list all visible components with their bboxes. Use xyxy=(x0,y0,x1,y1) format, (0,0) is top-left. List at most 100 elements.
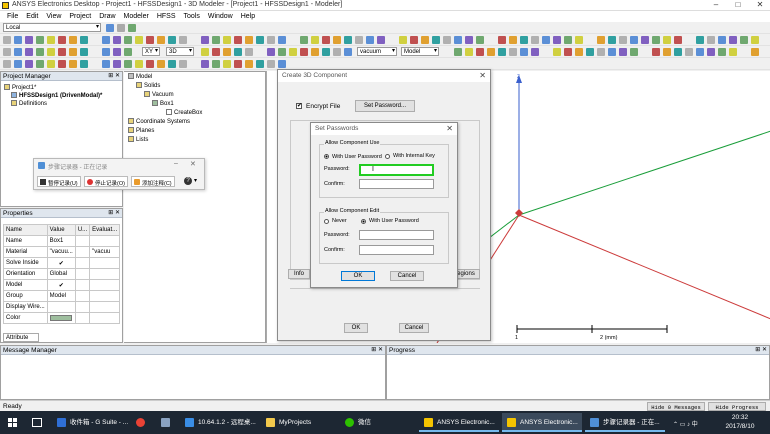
toolbar-icon[interactable] xyxy=(498,48,506,56)
toolbar-icon[interactable] xyxy=(729,36,737,44)
toolbar-icon[interactable] xyxy=(707,48,715,56)
task-ansys-1[interactable]: ANSYS Electronic... xyxy=(419,413,499,432)
tree-item-vacuum[interactable]: Vacuum xyxy=(144,91,174,98)
tree-item-createbox[interactable]: CreateBox xyxy=(166,109,202,116)
plane-combo[interactable]: XY xyxy=(142,47,160,56)
toolbar-icon[interactable] xyxy=(531,48,539,56)
toolbar-icon[interactable] xyxy=(223,48,231,56)
toolbar-icon[interactable] xyxy=(245,60,253,68)
toolbar-icon[interactable] xyxy=(454,36,462,44)
toolbar-icon[interactable] xyxy=(476,48,484,56)
toolbar-icon[interactable] xyxy=(520,48,528,56)
toolbar-icon[interactable] xyxy=(311,36,319,44)
toolbar-icon[interactable] xyxy=(47,48,55,56)
toolbar-icon[interactable] xyxy=(223,36,231,44)
toolbar-icon[interactable] xyxy=(113,48,121,56)
toolbar-icon[interactable] xyxy=(3,60,11,68)
task-myprojects[interactable]: MyProjects xyxy=(261,413,337,432)
task-ansys-2[interactable]: ANSYS Electronic... xyxy=(502,413,582,432)
column-header[interactable]: U... xyxy=(74,224,91,236)
stop-record-button[interactable]: 停止记录(O) xyxy=(84,176,128,187)
toolbar-icon[interactable] xyxy=(586,48,594,56)
mode-combo[interactable]: Model xyxy=(401,47,439,56)
tree-item-planes[interactable]: Planes xyxy=(128,127,154,134)
encrypt-file-checkbox[interactable]: ✔ xyxy=(296,103,302,109)
toolbar-icon[interactable] xyxy=(520,36,528,44)
tree-item-model[interactable]: Model xyxy=(128,73,152,80)
toolbar-icon[interactable] xyxy=(25,36,33,44)
toolbar-icon[interactable] xyxy=(179,60,187,68)
toolbar-icon[interactable] xyxy=(344,36,352,44)
toolbar-icon[interactable] xyxy=(135,60,143,68)
table-row[interactable]: Orientation Global xyxy=(3,268,121,280)
menu-window[interactable]: Window xyxy=(204,13,237,20)
tree-item-solids[interactable]: Solids xyxy=(136,82,160,89)
toolbar-icon[interactable] xyxy=(234,48,242,56)
toolbar-icon[interactable] xyxy=(729,48,737,56)
tree-item-box1[interactable]: Box1 xyxy=(152,100,174,107)
toolbar-icon[interactable] xyxy=(652,48,660,56)
toolbar-icon[interactable] xyxy=(421,36,429,44)
toolbar-icon[interactable] xyxy=(355,36,363,44)
task-wechat[interactable]: 微信 xyxy=(340,413,416,432)
toolbar-icon[interactable] xyxy=(245,48,253,56)
toolbar-icon[interactable] xyxy=(256,60,264,68)
ok-button[interactable]: OK xyxy=(341,271,375,281)
panel-controls[interactable]: ⊞ ✕ xyxy=(755,346,767,355)
toolbar-icon[interactable] xyxy=(641,36,649,44)
property-value[interactable]: Model xyxy=(46,290,76,302)
clock-date[interactable]: 2017/8/10 xyxy=(720,423,760,430)
toolbar-icon[interactable] xyxy=(36,48,44,56)
toolbar-icon[interactable] xyxy=(751,48,759,56)
toolbar-icon[interactable] xyxy=(696,48,704,56)
property-checkbox[interactable]: ✔ xyxy=(46,257,76,269)
toolbar-icon[interactable] xyxy=(267,60,275,68)
toolbar-icon[interactable] xyxy=(113,36,121,44)
toolbar-icon[interactable] xyxy=(58,60,66,68)
use-confirm-input[interactable] xyxy=(359,179,434,189)
menu-hfss[interactable]: HFSS xyxy=(153,13,180,20)
toolbar-icon[interactable] xyxy=(58,36,66,44)
toolbar-icon[interactable] xyxy=(630,36,638,44)
toolbar-icon[interactable] xyxy=(608,48,616,56)
edit-user-password-radio[interactable] xyxy=(361,219,366,224)
menu-project[interactable]: Project xyxy=(65,13,95,20)
add-comment-button[interactable]: 添加注释(C) xyxy=(131,176,175,187)
toolbar-icon[interactable] xyxy=(14,48,22,56)
hide-messages-button[interactable]: Hide 0 Messages xyxy=(647,402,705,411)
toolbar-icon[interactable] xyxy=(113,60,121,68)
toolbar-icon[interactable] xyxy=(564,48,572,56)
toolbar-icon[interactable] xyxy=(289,48,297,56)
recorder-minimize-button[interactable]: – xyxy=(174,160,178,167)
toolbar-icon[interactable] xyxy=(509,36,517,44)
tree-item-coordinate-systems[interactable]: Coordinate Systems xyxy=(128,118,190,125)
toolbar-icon[interactable] xyxy=(333,36,341,44)
toolbar-icon[interactable] xyxy=(674,48,682,56)
toolbar-icon[interactable] xyxy=(344,48,352,56)
toolbar-icon[interactable] xyxy=(575,48,583,56)
task-steps-recorder[interactable]: 步骤记录器 - 正在... xyxy=(585,413,665,432)
toolbar-icon[interactable] xyxy=(106,24,114,32)
toolbar-icon[interactable] xyxy=(300,48,308,56)
toolbar-icon[interactable] xyxy=(168,60,176,68)
tree-item-lists[interactable]: Lists xyxy=(128,136,148,143)
help-menu-button[interactable]: ? ▾ xyxy=(183,176,201,187)
property-checkbox[interactable]: ✔ xyxy=(46,279,76,291)
cancel-button[interactable]: Cancel xyxy=(399,323,429,333)
dimension-combo[interactable]: 3D xyxy=(166,47,194,56)
edit-password-input[interactable] xyxy=(359,230,434,240)
toolbar-icon[interactable] xyxy=(212,48,220,56)
material-combo[interactable]: vacuum xyxy=(357,47,397,56)
toolbar-icon[interactable] xyxy=(652,36,660,44)
toolbar-icon[interactable] xyxy=(674,36,682,44)
column-header[interactable]: Evaluat... xyxy=(89,224,121,236)
task-chrome[interactable] xyxy=(131,413,153,432)
clock-time[interactable]: 20:32 xyxy=(720,414,760,421)
toolbar-icon[interactable] xyxy=(498,36,506,44)
panel-controls[interactable]: ⊞ ✕ xyxy=(371,346,383,355)
toolbar-icon[interactable] xyxy=(663,36,671,44)
toolbar-icon[interactable] xyxy=(619,36,627,44)
toolbar-icon[interactable] xyxy=(146,36,154,44)
toolbar-icon[interactable] xyxy=(432,36,440,44)
toolbar-icon[interactable] xyxy=(619,48,627,56)
